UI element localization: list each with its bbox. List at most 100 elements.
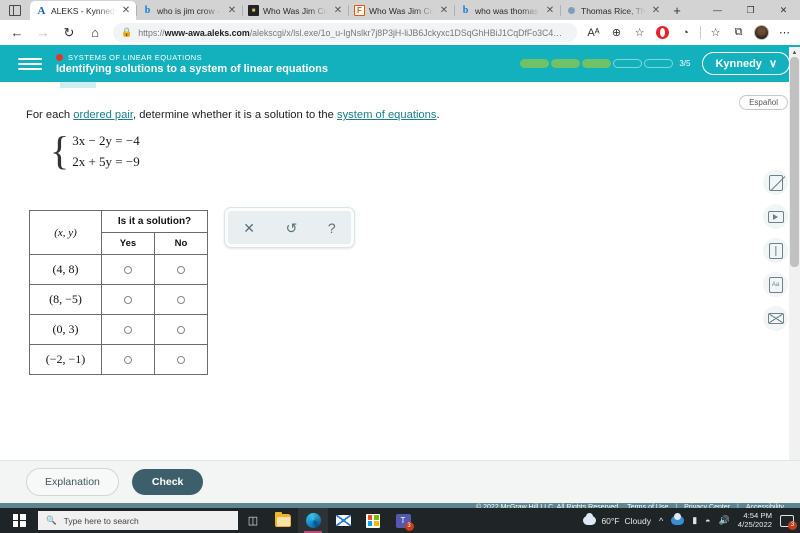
new-tab-button[interactable]: + — [666, 0, 688, 20]
radio-yes-1[interactable] — [101, 284, 155, 315]
weather-widget[interactable]: 60°F Cloudy — [583, 513, 651, 526]
mail-button[interactable] — [328, 508, 358, 533]
scrollbar-thumb[interactable] — [790, 57, 799, 267]
more-settings-icon[interactable]: ⋯ — [774, 22, 795, 43]
back-icon[interactable]: ← — [5, 22, 29, 44]
espanol-button[interactable]: Español — [739, 95, 788, 110]
radio-no-1[interactable] — [154, 284, 208, 315]
windows-taskbar: 🔍 Type here to search ◫ T 3 60°F Cloudy … — [0, 508, 800, 533]
maximize-button[interactable]: ❐ — [734, 0, 767, 20]
close-icon[interactable]: ✕ — [650, 5, 662, 17]
add-favorite-icon[interactable]: ☆ — [629, 22, 650, 43]
radio-yes-3[interactable] — [101, 344, 155, 375]
browser-tab-0[interactable]: A ALEKS - Kynnedy C ✕ — [30, 1, 136, 20]
radio-no-2[interactable] — [154, 314, 208, 345]
help-icon[interactable]: ? — [328, 221, 336, 235]
browser-tab-1[interactable]: b who is jim crow - S ✕ — [136, 1, 242, 20]
radio-no-0[interactable] — [154, 254, 208, 285]
user-menu-button[interactable]: Kynnedy ∨ — [702, 52, 790, 75]
task-view-icon: ◫ — [247, 515, 259, 527]
avatar[interactable] — [751, 22, 772, 43]
ordered-pair-link[interactable]: ordered pair — [73, 109, 133, 121]
reading-glyph: Aa — [768, 276, 783, 293]
window-controls: — ❐ ✕ — [701, 0, 800, 20]
browser-tab-5[interactable]: Thomas Rice, The F ✕ — [560, 1, 666, 20]
page-title: Identifying solutions to a system of lin… — [56, 62, 328, 75]
clock[interactable]: 4:54 PM 4/25/2022 — [738, 511, 772, 530]
read-aloud-icon[interactable]: Aᴬ — [583, 22, 604, 43]
tab-search-button[interactable] — [0, 0, 30, 20]
close-window-button[interactable]: ✕ — [767, 0, 800, 20]
equation-list: 3x − 2y = −4 2x + 5y = −9 — [72, 133, 140, 170]
tab-strip: A ALEKS - Kynnedy C ✕ b who is jim crow … — [30, 0, 701, 20]
favorites-icon[interactable]: ☆ — [705, 22, 726, 43]
menu-icon[interactable] — [18, 57, 42, 70]
radio-yes-0[interactable] — [101, 254, 155, 285]
progress-indicator: 3/5 — [520, 59, 690, 68]
edge-button[interactable] — [298, 508, 328, 533]
minimize-button[interactable]: — — [701, 0, 734, 20]
cloud-icon — [583, 513, 597, 525]
header-text: SYSTEMS OF LINEAR EQUATIONS Identifying … — [56, 53, 328, 75]
chevron-down-icon: ∨ — [768, 58, 777, 70]
store-button[interactable] — [358, 508, 388, 533]
close-icon[interactable]: ✕ — [120, 5, 132, 17]
url-input[interactable]: 🔒 https://www-awa.aleks.com/alekscgi/x/l… — [113, 23, 577, 42]
browser-essentials-icon[interactable]: ◔ — [675, 22, 696, 43]
close-icon[interactable]: ✕ — [438, 5, 450, 17]
browser-tab-3[interactable]: F Who Was Jim Crow ✕ — [348, 1, 454, 20]
reload-icon[interactable]: ↻ — [57, 22, 81, 44]
browser-titlebar: A ALEKS - Kynnedy C ✕ b who is jim crow … — [0, 0, 800, 20]
radio-no-3[interactable] — [154, 344, 208, 375]
ordered-pair-2: (0, 3) — [29, 314, 102, 345]
close-icon[interactable]: ✕ — [332, 5, 344, 17]
system-of-equations-link[interactable]: system of equations — [337, 109, 437, 121]
page-scrollbar[interactable]: ▲ ▼ — [789, 47, 800, 512]
collections-icon[interactable]: ⧉ — [728, 22, 749, 43]
taskbar-search-input[interactable]: 🔍 Type here to search — [38, 511, 238, 530]
teams-button[interactable]: T 3 — [388, 508, 418, 533]
equation-2: 2x + 5y = −9 — [72, 154, 140, 169]
topic-kicker: SYSTEMS OF LINEAR EQUATIONS — [56, 53, 328, 62]
reading-icon[interactable]: Aa — [763, 272, 788, 297]
volume-icon[interactable]: 🔊 — [719, 515, 730, 526]
folder-icon — [275, 511, 291, 527]
home-icon[interactable]: ⌂ — [83, 22, 107, 44]
progress-segment — [520, 59, 550, 68]
clear-icon[interactable]: ✕ — [243, 221, 255, 235]
file-explorer-button[interactable] — [268, 508, 298, 533]
wifi-icon[interactable]: ◓ — [705, 516, 710, 526]
weather-desc: Cloudy — [624, 515, 651, 526]
calculator-disabled-icon[interactable] — [763, 170, 788, 195]
book-glyph — [768, 242, 783, 259]
task-view-button[interactable]: ◫ — [238, 508, 268, 533]
tab-title: Thomas Rice, The F — [581, 5, 646, 16]
radio-yes-2[interactable] — [101, 314, 155, 345]
zoom-icon[interactable]: ⊕ — [606, 22, 627, 43]
close-icon[interactable]: ✕ — [226, 5, 238, 17]
onedrive-icon[interactable] — [671, 513, 685, 525]
mail-icon[interactable] — [763, 306, 788, 331]
windows-logo-icon — [12, 514, 26, 527]
progress-segment — [644, 59, 674, 68]
opera-extension-icon[interactable] — [652, 22, 673, 43]
close-icon[interactable]: ✕ — [544, 5, 556, 17]
radio-icon — [177, 265, 185, 274]
calculator-glyph — [768, 174, 783, 191]
tab-title: who was thomas d — [475, 5, 540, 16]
show-hidden-icons-chevron[interactable]: ^ — [659, 516, 663, 526]
start-button[interactable] — [0, 514, 38, 527]
book-icon[interactable] — [763, 238, 788, 263]
progress-bar — [520, 59, 674, 68]
table-row: (8, −5) — [29, 284, 208, 315]
video-icon[interactable] — [763, 204, 788, 229]
browser-tab-4[interactable]: b who was thomas d ✕ — [454, 1, 560, 20]
undo-icon[interactable]: ↺ — [286, 221, 298, 235]
battery-icon[interactable]: ▮ — [692, 515, 697, 526]
notifications-button[interactable]: 3 — [780, 514, 797, 530]
explanation-button[interactable]: Explanation — [26, 468, 119, 496]
column-header-yes: Yes — [101, 232, 155, 255]
forward-icon[interactable]: → — [31, 22, 55, 44]
browser-tab-2[interactable]: ■ Who Was Jim Crow ✕ — [242, 1, 348, 20]
check-button[interactable]: Check — [131, 469, 204, 495]
